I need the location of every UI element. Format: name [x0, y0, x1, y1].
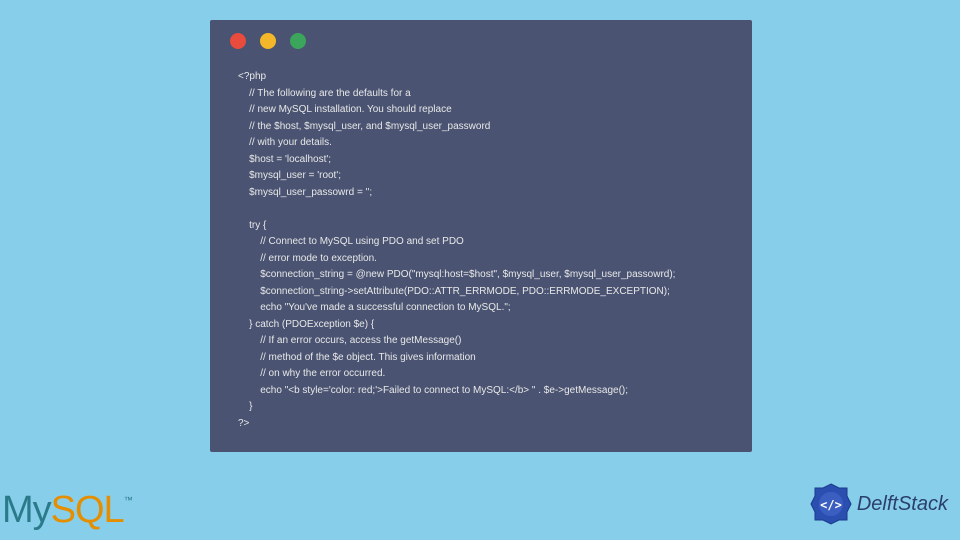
- code-block: <?php // The following are the defaults …: [210, 57, 752, 444]
- mysql-my-text: My: [2, 489, 51, 531]
- mysql-tm-text: ™: [124, 495, 132, 505]
- delftstack-text: DelftStack: [857, 493, 948, 516]
- close-icon: [230, 33, 246, 49]
- mysql-logo: MySQL™: [2, 489, 132, 532]
- code-window: <?php // The following are the defaults …: [210, 20, 752, 452]
- mysql-sql-text: SQL: [51, 489, 124, 531]
- maximize-icon: [290, 33, 306, 49]
- window-controls: [210, 20, 752, 57]
- svg-text:</>: </>: [820, 498, 842, 512]
- minimize-icon: [260, 33, 276, 49]
- delftstack-badge-icon: </>: [809, 482, 853, 526]
- delftstack-logo: </> DelftStack: [809, 482, 948, 526]
